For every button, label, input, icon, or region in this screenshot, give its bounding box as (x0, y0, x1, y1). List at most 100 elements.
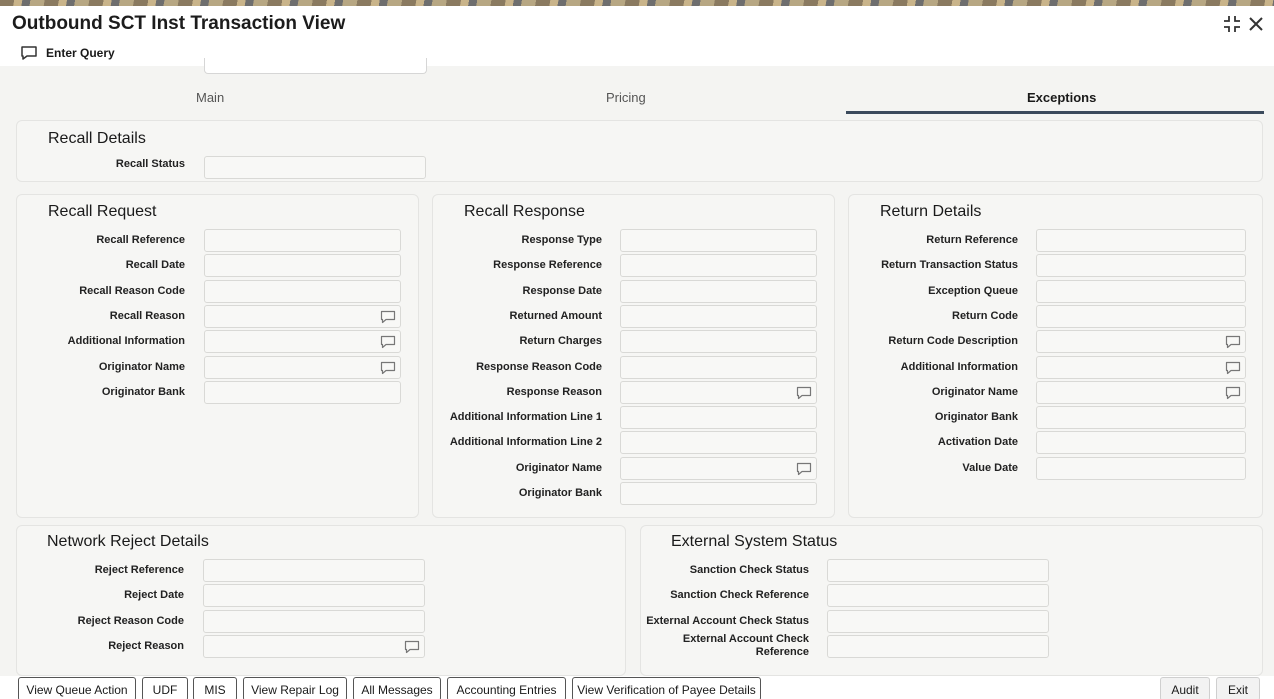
originator-bank-field[interactable] (1036, 406, 1246, 430)
reject-reason-code-field[interactable] (203, 609, 425, 633)
recall-reason-code-field[interactable] (204, 279, 401, 303)
reject-date-field[interactable] (203, 584, 425, 608)
return-code-field[interactable] (1036, 304, 1246, 328)
reject-reference-field[interactable] (203, 559, 425, 582)
enter-query-button[interactable]: Enter Query (20, 44, 115, 62)
activation-date-label: Activation Date (937, 436, 1018, 449)
recall-response-title: Recall Response (464, 203, 585, 220)
return-code-description-field[interactable] (1036, 330, 1246, 354)
comment-icon[interactable] (380, 361, 396, 375)
response-reference-field[interactable] (620, 254, 817, 278)
comment-icon[interactable] (404, 640, 420, 654)
toolbar: Enter Query (0, 42, 1274, 66)
recall-reason-field[interactable] (204, 304, 401, 328)
value-date-label: Value Date (962, 461, 1018, 474)
all-messages-button[interactable]: All Messages (353, 677, 441, 699)
sanction-check-reference-field[interactable] (827, 584, 1049, 608)
originator-bank-field[interactable] (204, 380, 401, 404)
external-status-title: External System Status (671, 533, 838, 550)
comment-icon[interactable] (1225, 335, 1241, 349)
originator-name-label: Originator Name (98, 360, 185, 373)
comment-icon[interactable] (1225, 361, 1241, 375)
recall-date-field[interactable] (204, 254, 401, 278)
originator-bank-label: Originator Bank (101, 385, 185, 398)
recall-reason-label: Recall Reason (109, 309, 185, 322)
additional-information-field[interactable] (1036, 355, 1246, 379)
recall-status-label: Recall Status (115, 158, 185, 170)
exception-queue-field[interactable] (1036, 279, 1246, 303)
return-charges-label: Return Charges (519, 335, 602, 348)
sanction-check-reference-label: Sanction Check Reference (670, 589, 809, 602)
reject-reason-field[interactable] (203, 634, 425, 658)
originator-bank-field[interactable] (620, 482, 817, 505)
returned-amount-label: Returned Amount (509, 309, 602, 322)
return-details-title: Return Details (880, 203, 982, 220)
active-tab-indicator (846, 111, 1264, 114)
originator-bank-label: Originator Bank (518, 487, 602, 499)
window-title: Outbound SCT Inst Transaction View (12, 13, 346, 34)
response-reason-field[interactable] (620, 380, 817, 404)
view-repair-log-button[interactable]: View Repair Log (243, 677, 347, 699)
external-account-check-reference-field[interactable] (827, 634, 1049, 658)
reject-reason-code-label: Reject Reason Code (77, 614, 184, 627)
close-icon[interactable] (1246, 14, 1266, 34)
enter-query-icon (21, 46, 37, 60)
tab-pricing[interactable]: Pricing (606, 90, 646, 105)
recall-request-title: Recall Request (48, 203, 157, 220)
comment-icon[interactable] (380, 335, 396, 349)
originator-name-field[interactable] (1036, 380, 1246, 404)
external-account-check-status-field[interactable] (827, 609, 1049, 633)
recall-date-label: Recall Date (125, 259, 185, 272)
originator-name-field[interactable] (620, 456, 817, 480)
reject-reference-label: Reject Reference (94, 564, 184, 576)
exit-button[interactable]: Exit (1216, 677, 1260, 699)
additional-information-label: Additional Information (67, 335, 185, 348)
recall-details-title: Recall Details (48, 130, 146, 147)
originator-name-label: Originator Name (515, 461, 602, 474)
audit-button[interactable]: Audit (1160, 677, 1210, 699)
additional-information-line-1-field[interactable] (620, 406, 817, 430)
enter-query-label: Enter Query (46, 46, 115, 60)
sanction-check-status-field[interactable] (827, 559, 1049, 582)
response-reason-code-field[interactable] (620, 355, 817, 379)
exception-queue-label: Exception Queue (928, 284, 1018, 297)
reject-reason-label: Reject Reason (108, 639, 184, 652)
response-date-field[interactable] (620, 279, 817, 303)
response-type-field[interactable] (620, 229, 817, 252)
response-reason-code-label: Response Reason Code (476, 360, 602, 373)
minimize-icon[interactable] (1222, 14, 1242, 34)
originator-name-field[interactable] (204, 355, 401, 379)
udf-button[interactable]: UDF (142, 677, 188, 699)
value-date-field[interactable] (1036, 456, 1246, 480)
additional-information-line-2-field[interactable] (620, 431, 817, 455)
return-reference-field[interactable] (1036, 229, 1246, 252)
comment-icon[interactable] (1225, 386, 1241, 400)
comment-icon[interactable] (380, 310, 396, 324)
comment-icon[interactable] (796, 386, 812, 400)
tab-exceptions[interactable]: Exceptions (1027, 90, 1096, 105)
additional-information-line-2-label: Additional Information Line 2 (449, 436, 602, 449)
recall-reference-field[interactable] (204, 229, 401, 252)
accounting-entries-button[interactable]: Accounting Entries (447, 677, 566, 699)
partial-field[interactable] (204, 58, 427, 74)
external-account-check-reference-label: External Account Check Reference (682, 632, 809, 658)
title-bar: Outbound SCT Inst Transaction View (0, 6, 1274, 42)
activation-date-field[interactable] (1036, 431, 1246, 455)
response-type-label: Response Type (521, 234, 603, 246)
return-charges-field[interactable] (620, 330, 817, 354)
return-transaction-status-field[interactable] (1036, 254, 1246, 278)
originator-bank-label: Originator Bank (934, 411, 1018, 424)
view-queue-action-button[interactable]: View Queue Action (18, 677, 136, 699)
return-code-description-label: Return Code Description (888, 335, 1018, 348)
return-transaction-status-label: Return Transaction Status (881, 259, 1018, 272)
comment-icon[interactable] (796, 462, 812, 476)
view-verification-of-payee-details-button[interactable]: View Verification of Payee Details (572, 677, 761, 699)
recall-status-field[interactable] (204, 156, 426, 179)
returned-amount-field[interactable] (620, 304, 817, 328)
additional-information-label: Additional Information (900, 360, 1018, 373)
additional-information-line-1-label: Additional Information Line 1 (449, 411, 602, 424)
mis-button[interactable]: MIS (193, 677, 237, 699)
reject-date-label: Reject Date (124, 589, 184, 602)
additional-information-field[interactable] (204, 330, 401, 354)
tab-main[interactable]: Main (196, 90, 224, 105)
